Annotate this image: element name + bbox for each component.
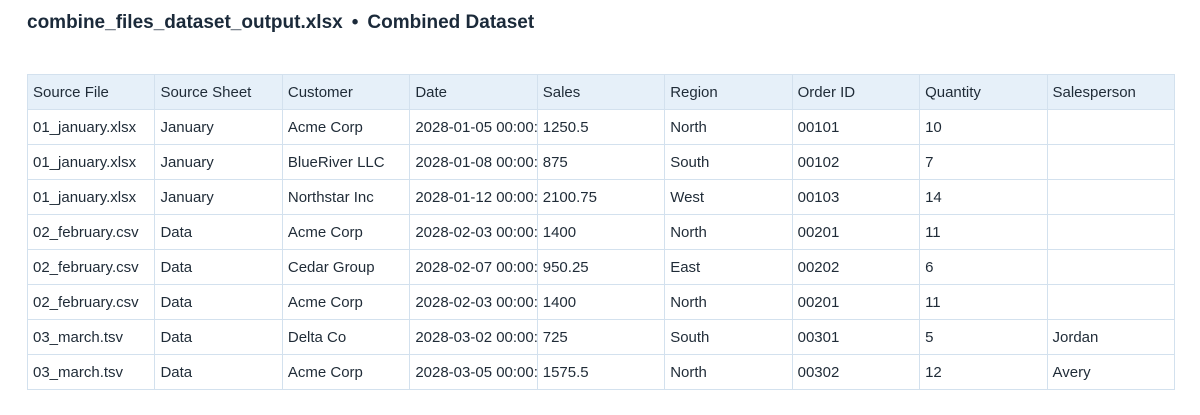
sheet-title: Combined Dataset xyxy=(367,12,535,33)
cell-quantity[interactable]: 7 xyxy=(919,144,1048,180)
cell-source-sheet[interactable]: Data xyxy=(154,214,283,250)
cell-date[interactable]: 2028-02-03 00:00:00 xyxy=(409,284,538,320)
cell-region[interactable]: North xyxy=(664,354,793,390)
table-row: 01_january.xlsx January Acme Corp 2028-01-0… xyxy=(26,109,1175,145)
cell-quantity[interactable]: 11 xyxy=(919,284,1048,320)
cell-salesperson[interactable] xyxy=(1046,284,1175,320)
cell-salesperson[interactable] xyxy=(1046,179,1175,215)
cell-source-file[interactable]: 03_march.tsv xyxy=(26,319,156,355)
cell-sales[interactable]: 1250.5 xyxy=(536,109,666,145)
cell-date[interactable]: 2028-02-03 00:00:00 xyxy=(409,214,538,250)
cell-sales[interactable]: 950.25 xyxy=(536,249,666,285)
table-row: 02_february.csv Data Cedar Group 2028-02-07… xyxy=(26,249,1175,285)
cell-order-id[interactable]: 00103 xyxy=(791,179,921,215)
table-row: 03_march.tsv Data Acme Corp 2028-03-05 00:0… xyxy=(26,354,1175,390)
cell-quantity[interactable]: 11 xyxy=(919,214,1048,250)
cell-quantity[interactable]: 5 xyxy=(919,319,1048,355)
title-separator: • xyxy=(351,12,359,33)
cell-customer[interactable]: Delta Co xyxy=(281,319,411,355)
cell-sales[interactable]: 725 xyxy=(536,319,666,355)
cell-customer[interactable]: Acme Corp xyxy=(281,284,411,320)
cell-date[interactable]: 2028-01-12 00:00:00 xyxy=(409,179,538,215)
file-name: combine_files_dataset_output.xlsx xyxy=(27,12,343,33)
cell-source-file[interactable]: 02_february.csv xyxy=(26,214,156,250)
page-title: combine_files_dataset_output.xlsx • Combin… xyxy=(27,12,534,34)
column-header-region[interactable]: Region xyxy=(664,74,793,110)
cell-quantity[interactable]: 12 xyxy=(919,354,1048,390)
cell-order-id[interactable]: 00302 xyxy=(791,354,921,390)
column-header-order-id[interactable]: Order ID xyxy=(791,74,921,110)
cell-salesperson[interactable]: Avery xyxy=(1046,354,1175,390)
cell-salesperson[interactable] xyxy=(1046,109,1175,145)
cell-order-id[interactable]: 00202 xyxy=(791,249,921,285)
cell-customer[interactable]: Northstar Inc xyxy=(281,179,411,215)
cell-quantity[interactable]: 10 xyxy=(919,109,1048,145)
cell-date[interactable]: 2028-02-07 00:00:00 xyxy=(409,249,538,285)
cell-source-sheet[interactable]: January xyxy=(154,109,283,145)
cell-customer[interactable]: Acme Corp xyxy=(281,214,411,250)
cell-salesperson[interactable] xyxy=(1046,249,1175,285)
cell-source-sheet[interactable]: January xyxy=(154,144,283,180)
column-header-salesperson[interactable]: Salesperson xyxy=(1046,74,1175,110)
cell-source-file[interactable]: 03_march.tsv xyxy=(26,354,156,390)
cell-source-file[interactable]: 02_february.csv xyxy=(26,284,156,320)
cell-region[interactable]: South xyxy=(664,319,793,355)
cell-order-id[interactable]: 00201 xyxy=(791,284,921,320)
table-body: 01_january.xlsx January Acme Corp 2028-01-0… xyxy=(26,109,1175,390)
cell-source-file[interactable]: 01_january.xlsx xyxy=(26,179,156,215)
cell-customer[interactable]: BlueRiver LLC xyxy=(281,144,411,180)
cell-quantity[interactable]: 14 xyxy=(919,179,1048,215)
cell-sales[interactable]: 1400 xyxy=(536,214,666,250)
cell-region[interactable]: North xyxy=(664,284,793,320)
cell-date[interactable]: 2028-01-08 00:00:00 xyxy=(409,144,538,180)
cell-sales[interactable]: 1400 xyxy=(536,284,666,320)
cell-region[interactable]: East xyxy=(664,249,793,285)
column-header-sales[interactable]: Sales xyxy=(536,74,666,110)
cell-source-sheet[interactable]: Data xyxy=(154,249,283,285)
cell-order-id[interactable]: 00201 xyxy=(791,214,921,250)
table-row: 01_january.xlsx January BlueRiver LLC 2028-… xyxy=(26,144,1175,180)
cell-salesperson[interactable]: Jordan xyxy=(1046,319,1175,355)
cell-order-id[interactable]: 00101 xyxy=(791,109,921,145)
cell-order-id[interactable]: 00102 xyxy=(791,144,921,180)
column-header-source-sheet[interactable]: Source Sheet xyxy=(154,74,283,110)
data-grid: Source File Source Sheet Customer Date S… xyxy=(26,74,1175,390)
cell-sales[interactable]: 1575.5 xyxy=(536,354,666,390)
cell-region[interactable]: South xyxy=(664,144,793,180)
cell-customer[interactable]: Acme Corp xyxy=(281,109,411,145)
cell-sales[interactable]: 875 xyxy=(536,144,666,180)
cell-source-file[interactable]: 02_february.csv xyxy=(26,249,156,285)
cell-source-file[interactable]: 01_january.xlsx xyxy=(26,144,156,180)
cell-order-id[interactable]: 00301 xyxy=(791,319,921,355)
cell-customer[interactable]: Acme Corp xyxy=(281,354,411,390)
table-row: 02_february.csv Data Acme Corp 2028-02-03 0… xyxy=(26,284,1175,320)
cell-customer[interactable]: Cedar Group xyxy=(281,249,411,285)
column-header-date[interactable]: Date xyxy=(409,74,538,110)
table-row: 01_january.xlsx January Northstar Inc 2028-… xyxy=(26,179,1175,215)
cell-salesperson[interactable] xyxy=(1046,214,1175,250)
cell-region[interactable]: West xyxy=(664,179,793,215)
cell-source-sheet[interactable]: January xyxy=(154,179,283,215)
header-row: Source File Source Sheet Customer Date S… xyxy=(26,74,1175,110)
cell-sales[interactable]: 2100.75 xyxy=(536,179,666,215)
table-row: 03_march.tsv Data Delta Co 2028-03-02 00:00… xyxy=(26,319,1175,355)
cell-quantity[interactable]: 6 xyxy=(919,249,1048,285)
table-row: 02_february.csv Data Acme Corp 2028-02-03 0… xyxy=(26,214,1175,250)
cell-date[interactable]: 2028-03-02 00:00:00 xyxy=(409,319,538,355)
cell-source-sheet[interactable]: Data xyxy=(154,284,283,320)
cell-region[interactable]: North xyxy=(664,214,793,250)
cell-date[interactable]: 2028-03-05 00:00:00 xyxy=(409,354,538,390)
cell-source-file[interactable]: 01_january.xlsx xyxy=(26,109,156,145)
cell-salesperson[interactable] xyxy=(1046,144,1175,180)
column-header-source-file[interactable]: Source File xyxy=(26,74,156,110)
column-header-quantity[interactable]: Quantity xyxy=(919,74,1048,110)
column-header-customer[interactable]: Customer xyxy=(281,74,411,110)
cell-date[interactable]: 2028-01-05 00:00:00 xyxy=(409,109,538,145)
cell-source-sheet[interactable]: Data xyxy=(154,354,283,390)
data-table: Source File Source Sheet Customer Date S… xyxy=(26,74,1175,390)
cell-source-sheet[interactable]: Data xyxy=(154,319,283,355)
cell-region[interactable]: North xyxy=(664,109,793,145)
